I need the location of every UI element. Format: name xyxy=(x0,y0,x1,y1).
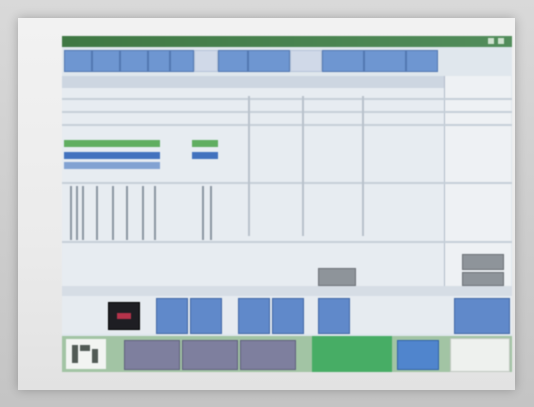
grid-row-line xyxy=(62,182,512,184)
meter-bar xyxy=(210,186,212,240)
monitor-photo-frame xyxy=(0,0,534,407)
record-icon xyxy=(117,313,131,319)
meter-bar xyxy=(126,186,128,240)
dock-green-area xyxy=(312,336,392,372)
meter-bar xyxy=(112,186,114,240)
tab-1[interactable] xyxy=(64,50,92,72)
grid-column-2 xyxy=(114,76,165,286)
tab-4[interactable] xyxy=(148,50,170,72)
meter-bar xyxy=(70,186,72,240)
meter-bar xyxy=(96,186,98,240)
grid-column-6 xyxy=(290,76,341,286)
tab-6[interactable] xyxy=(194,50,218,72)
meter-bar xyxy=(202,186,204,240)
toolbar-button-2[interactable] xyxy=(190,298,222,334)
tab-11[interactable] xyxy=(364,50,406,72)
meter-bar xyxy=(154,186,156,240)
meter-bar xyxy=(142,186,144,240)
touch-screen xyxy=(62,36,512,372)
tab-3[interactable] xyxy=(120,50,148,72)
tab-9[interactable] xyxy=(290,50,322,72)
blue-channel-strip[interactable] xyxy=(192,152,218,159)
gray-control-box[interactable] xyxy=(462,254,504,270)
grid-column-7 xyxy=(340,76,391,286)
gray-control-box[interactable] xyxy=(318,268,356,286)
minimize-button[interactable] xyxy=(488,38,494,44)
dock-button-2[interactable] xyxy=(182,340,238,370)
green-channel-strip[interactable] xyxy=(64,140,160,147)
dock-button-3[interactable] xyxy=(240,340,296,370)
meter-bar xyxy=(76,186,78,240)
toolbar-button-5[interactable] xyxy=(318,298,350,334)
green-channel-strip[interactable] xyxy=(192,140,218,147)
title-bar xyxy=(62,36,512,47)
meter-bar xyxy=(302,96,304,236)
grid-row-line xyxy=(62,241,512,243)
grid-column-8 xyxy=(390,76,445,286)
grid-row-line xyxy=(62,98,512,100)
blue-channel-strip[interactable] xyxy=(64,162,160,169)
grid-column-4 xyxy=(192,76,221,286)
tab-12[interactable] xyxy=(406,50,438,72)
tab-8[interactable] xyxy=(248,50,290,72)
grid-row-line xyxy=(62,111,512,113)
grid-column-3 xyxy=(164,76,193,286)
meter-bar xyxy=(248,96,250,236)
record-button[interactable] xyxy=(108,302,140,330)
toolbar-button-6[interactable] xyxy=(454,298,510,334)
tab-2[interactable] xyxy=(92,50,120,72)
meter-bar xyxy=(82,186,84,240)
ok-button[interactable] xyxy=(397,340,439,370)
tab-5[interactable] xyxy=(170,50,194,72)
toolbar-button-4[interactable] xyxy=(272,298,304,334)
bottom-dock xyxy=(62,336,512,372)
meter-bar xyxy=(362,96,364,236)
tab-7[interactable] xyxy=(218,50,248,72)
grid-row-line xyxy=(62,124,512,126)
tab-10[interactable] xyxy=(322,50,364,72)
toolbar-button-3[interactable] xyxy=(238,298,270,334)
grid-column-1 xyxy=(62,76,115,286)
toolbar-button-1[interactable] xyxy=(156,298,188,334)
dock-button-1[interactable] xyxy=(124,340,180,370)
close-button[interactable] xyxy=(498,38,504,44)
gray-control-box[interactable] xyxy=(462,272,504,286)
grid-column-5 xyxy=(220,76,291,286)
logo-icon xyxy=(66,339,106,369)
dock-side-panel xyxy=(450,338,510,372)
tab-strip xyxy=(64,50,510,72)
blue-channel-strip[interactable] xyxy=(64,152,160,159)
